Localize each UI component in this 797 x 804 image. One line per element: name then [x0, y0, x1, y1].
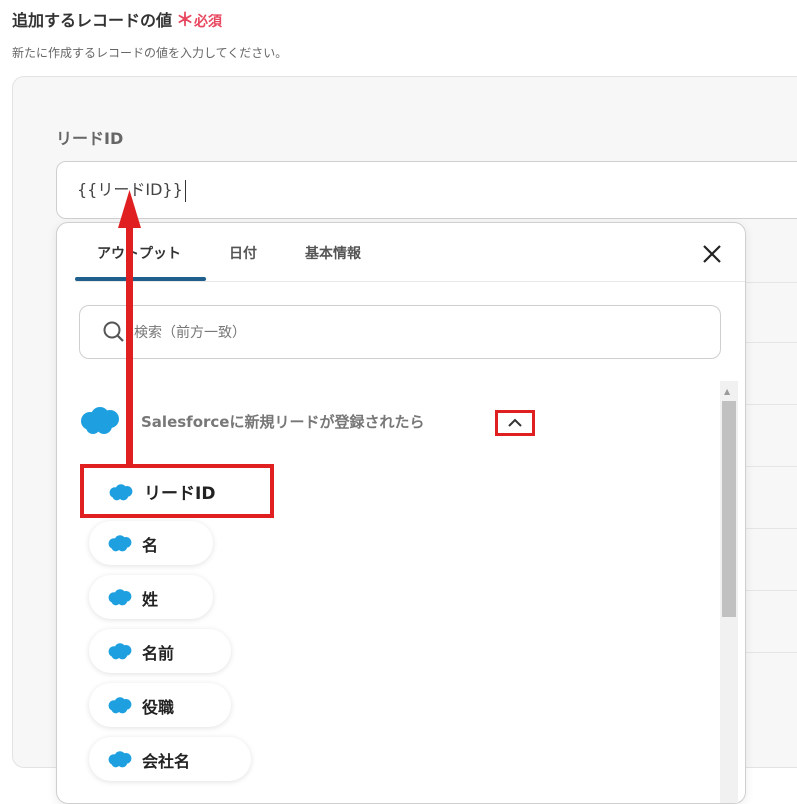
salesforce-cloud-icon: [109, 484, 133, 501]
output-item-first-name[interactable]: 名: [89, 521, 213, 565]
output-item-lead-id[interactable]: リードID: [80, 464, 274, 518]
panel-divider: [737, 652, 797, 653]
salesforce-cloud-icon: [108, 535, 132, 552]
search-input[interactable]: [132, 318, 696, 348]
output-item-title[interactable]: 役職: [89, 683, 231, 727]
item-label: 名前: [142, 644, 175, 663]
output-item-full-name[interactable]: 名前: [89, 629, 231, 673]
close-button[interactable]: [697, 239, 727, 269]
chevron-up-icon: [508, 418, 522, 427]
item-label: 会社名: [142, 752, 191, 771]
scroll-up-arrow-icon[interactable]: ▲: [724, 387, 730, 396]
output-item-company[interactable]: 会社名: [89, 737, 251, 781]
panel-divider: [737, 528, 797, 529]
salesforce-cloud-icon: [108, 751, 132, 768]
required-label: 必須: [194, 14, 223, 30]
picker-tabs: アウトプット 日付 基本情報: [75, 223, 745, 282]
text-caret: [184, 179, 186, 202]
trigger-group-title: Salesforceに新規リードが登録されたら: [141, 413, 425, 431]
panel-divider: [737, 590, 797, 591]
lead-id-label: リードID: [56, 129, 124, 148]
item-label: 役職: [142, 698, 175, 717]
salesforce-cloud-icon: [108, 697, 132, 714]
lead-id-input[interactable]: {{リードID}}: [56, 161, 797, 219]
scrollbar[interactable]: ▲: [720, 381, 738, 803]
panel-divider: [737, 404, 797, 405]
lead-id-input-value: {{リードID}}: [77, 180, 183, 199]
output-item-last-name[interactable]: 姓: [89, 575, 213, 619]
tab-date[interactable]: 日付: [229, 243, 257, 263]
section-title-text: 追加するレコードの値: [12, 11, 173, 30]
search-box: [79, 305, 721, 359]
section-description: 新たに作成するレコードの値を入力してください。: [12, 46, 288, 60]
salesforce-cloud-icon: [108, 643, 132, 660]
tab-basic-info[interactable]: 基本情報: [305, 243, 361, 263]
salesforce-cloud-icon: [81, 407, 119, 434]
active-tab-indicator: [75, 277, 206, 281]
item-label: 名: [142, 536, 159, 555]
panel-divider: [737, 466, 797, 467]
section-title: 追加するレコードの値 ＊必須: [12, 6, 222, 32]
tab-output[interactable]: アウトプット: [97, 243, 181, 263]
panel-divider: [737, 282, 797, 283]
search-icon: [103, 321, 124, 342]
collapse-group-button[interactable]: [495, 410, 535, 436]
required-asterisk: ＊: [176, 10, 195, 31]
panel-divider: [737, 342, 797, 343]
close-icon: [703, 245, 721, 263]
scrollbar-thumb[interactable]: [722, 401, 736, 617]
item-label: 姓: [142, 590, 159, 609]
salesforce-cloud-icon: [108, 589, 132, 606]
item-label: リードID: [144, 484, 216, 504]
